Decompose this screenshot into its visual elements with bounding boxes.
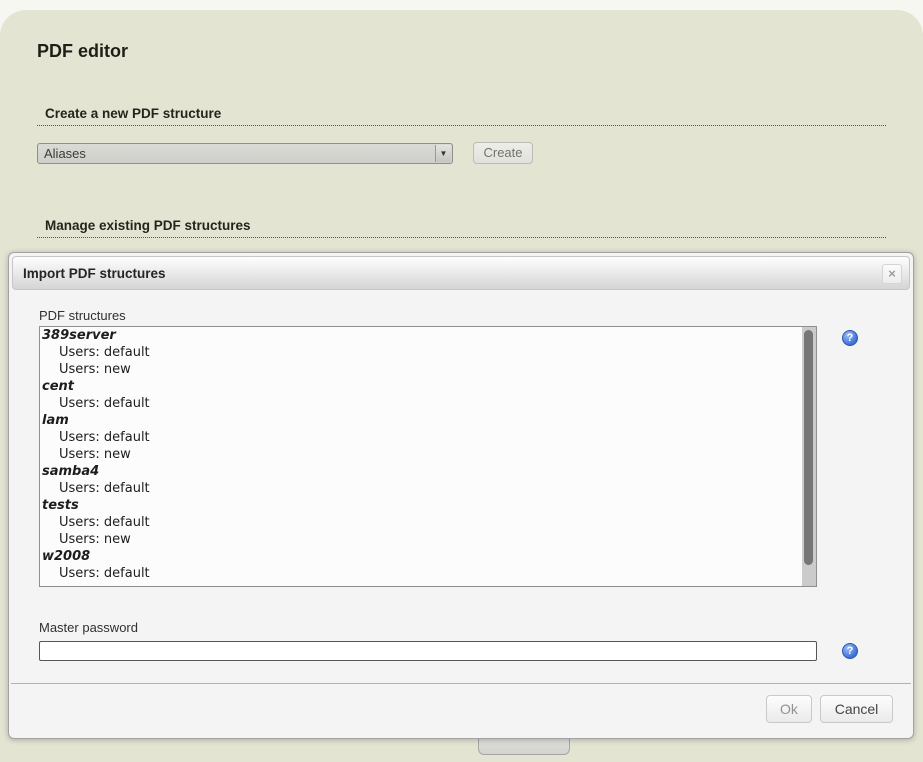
structure-group-label: tests — [40, 497, 816, 514]
scrollbar[interactable] — [802, 327, 816, 586]
create-section-heading: Create a new PDF structure — [37, 106, 886, 126]
dropdown-arrow-icon: ▼ — [435, 145, 451, 162]
close-icon[interactable]: × — [882, 264, 902, 284]
structure-group-label: lam — [40, 412, 816, 429]
import-pdf-structures-dialog: Import PDF structures × PDF structures 3… — [8, 252, 914, 739]
help-icon[interactable]: ? — [842, 330, 858, 346]
create-button[interactable]: Create — [473, 142, 533, 164]
master-password-input[interactable] — [39, 641, 817, 661]
structure-option[interactable]: Users: default — [40, 395, 816, 412]
structure-option[interactable]: Users: default — [40, 565, 816, 582]
pdf-structures-list[interactable]: 389serverUsers: defaultUsers: newcentUse… — [39, 326, 817, 587]
structure-group-label: cent — [40, 378, 816, 395]
structure-group-label: 389server — [40, 327, 816, 344]
manage-section-heading: Manage existing PDF structures — [37, 218, 886, 238]
structure-group-label: samba4 — [40, 463, 816, 480]
structure-option[interactable]: Users: new — [40, 361, 816, 378]
structure-option[interactable]: Users: new — [40, 446, 816, 463]
structure-option[interactable]: Users: default — [40, 480, 816, 497]
cancel-button[interactable]: Cancel — [820, 695, 893, 723]
structure-group-label: w2008 — [40, 548, 816, 565]
page-title: PDF editor — [37, 41, 128, 62]
buttonpane-divider — [11, 683, 911, 684]
structure-type-value: Aliases — [44, 146, 86, 161]
ok-button[interactable]: Ok — [766, 695, 812, 723]
master-password-label: Master password — [39, 620, 138, 635]
scrollbar-thumb[interactable] — [804, 330, 813, 565]
dialog-title: Import PDF structures — [23, 257, 166, 290]
structure-option[interactable]: Users: default — [40, 429, 816, 446]
pdf-structures-label: PDF structures — [39, 308, 126, 323]
structure-type-select[interactable]: Aliases ▼ — [37, 143, 453, 164]
structure-option[interactable]: Users: default — [40, 514, 816, 531]
structure-option[interactable]: Users: new — [40, 531, 816, 548]
dialog-titlebar[interactable]: Import PDF structures × — [12, 256, 910, 290]
help-icon[interactable]: ? — [842, 643, 858, 659]
structure-option[interactable]: Users: default — [40, 344, 816, 361]
